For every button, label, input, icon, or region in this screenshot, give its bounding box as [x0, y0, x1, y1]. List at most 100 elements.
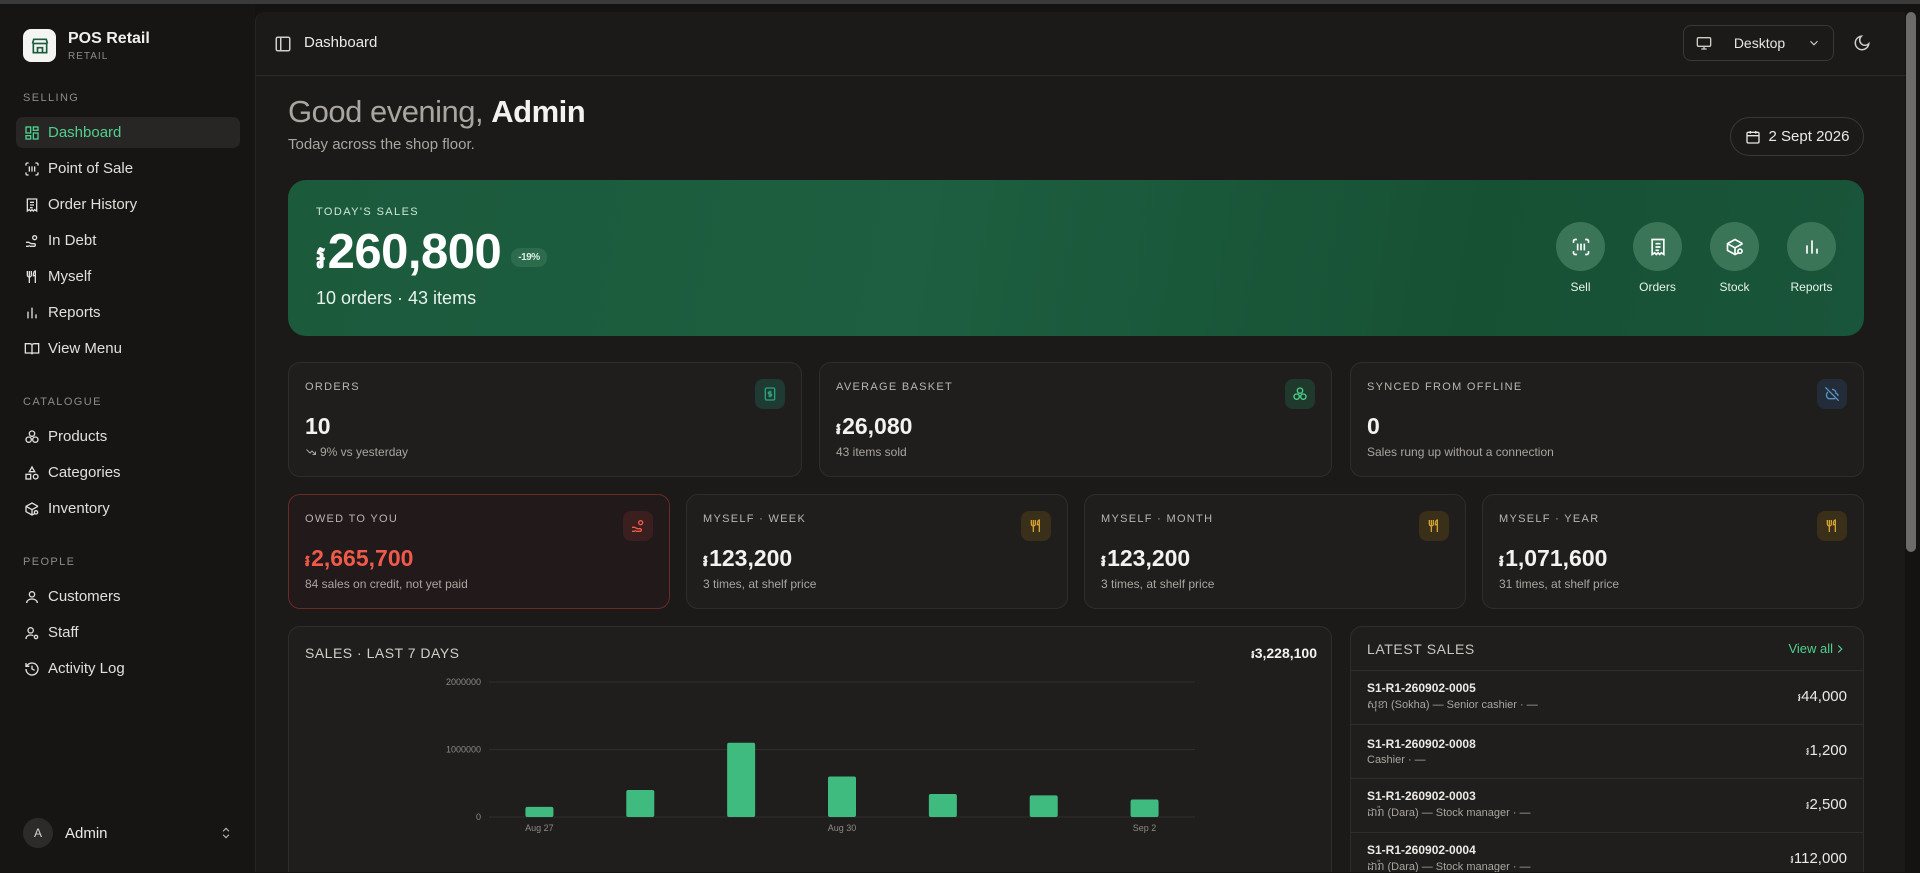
- sale-amount-value: 2,500: [1809, 796, 1847, 813]
- quick-action-reports[interactable]: Reports: [1787, 222, 1836, 294]
- sidebar-item-customers[interactable]: Customers: [16, 581, 240, 612]
- user-name: Admin: [65, 824, 108, 842]
- sale-amount: ៛ 2,500: [1806, 796, 1847, 815]
- stat-value-text: 10: [305, 413, 331, 439]
- quick-action-stock[interactable]: Stock: [1710, 222, 1759, 294]
- stat-sub: Sales rung up without a connection: [1367, 445, 1554, 459]
- chart-bar: [525, 806, 554, 817]
- date-picker-button[interactable]: 2 Sept 2026: [1730, 117, 1864, 156]
- store-logo-icon: [23, 29, 56, 62]
- y-tick-label: 1000000: [446, 745, 481, 755]
- quick-action-label: Sell: [1570, 280, 1591, 294]
- hero-label: TODAY'S SALES: [316, 206, 420, 218]
- sale-meta: ដារ៉ា (Dara) — Stock manager · —: [1367, 861, 1531, 872]
- sales-chart-card: SALES · LAST 7 DAYS ៛3,228,100 0 1000000 2…: [288, 626, 1332, 872]
- stat-card-myself-month[interactable]: MYSELF · MONTH ៛ 123,200 3 times, at shel…: [1084, 494, 1466, 609]
- sidebar-item-staff[interactable]: Staff: [16, 617, 240, 648]
- stat-card-orders[interactable]: ORDERS 10 9% vs yesterday: [288, 362, 802, 477]
- scan-icon: [25, 161, 39, 176]
- sidebar-item-label: Categories: [48, 464, 121, 481]
- sidebar-item-in-debt[interactable]: In Debt: [16, 225, 240, 256]
- sidebar-toggle-icon[interactable]: [274, 35, 292, 53]
- stat-sub: 84 sales on credit, not yet paid: [305, 577, 468, 591]
- hand-coins-icon: [26, 234, 38, 247]
- chevrons-up-down-icon: [222, 827, 230, 839]
- window-top-strip: [0, 0, 1920, 4]
- device-select-value: Desktop: [1733, 35, 1786, 51]
- view-all-link[interactable]: View all: [1788, 641, 1847, 656]
- boxes-icon: [1285, 379, 1315, 409]
- sidebar-item-view-menu[interactable]: View Menu: [16, 333, 240, 364]
- sidebar: POS Retail RETAIL SELLING Dashboard Poin…: [0, 4, 255, 872]
- date-label: 2 Sept 2026: [1768, 128, 1850, 145]
- app-name: POS Retail: [68, 29, 150, 47]
- stat-value-text: 123,200: [1107, 545, 1191, 571]
- sale-id: S1-R1-260902-0003: [1367, 789, 1476, 803]
- page-scrollbar[interactable]: [1906, 12, 1916, 552]
- sale-meta: ដារ៉ា (Dara) — Stock manager · —: [1367, 807, 1531, 819]
- chart-bar: [828, 776, 856, 817]
- quick-action-orders[interactable]: Orders: [1633, 222, 1682, 294]
- stat-value-text: 1,071,600: [1505, 545, 1608, 571]
- grid-icon: [25, 125, 39, 140]
- sale-amount: ៛ 1,200: [1806, 742, 1847, 761]
- moon-icon[interactable]: [1853, 34, 1871, 52]
- sidebar-item-categories[interactable]: Categories: [16, 457, 240, 488]
- stat-value-text: 0: [1367, 413, 1380, 439]
- hero-amount-value: 260,800: [327, 225, 502, 279]
- stat-value-text: 2,665,700: [311, 545, 414, 571]
- sidebar-item-activity-log[interactable]: Activity Log: [16, 653, 240, 684]
- quick-action-sell[interactable]: Sell: [1556, 222, 1605, 294]
- section-label-selling: SELLING: [23, 92, 80, 104]
- stat-label: SYNCED FROM OFFLINE: [1367, 381, 1523, 393]
- sidebar-item-point-of-sale[interactable]: Point of Sale: [16, 153, 240, 184]
- sidebar-item-reports[interactable]: Reports: [16, 297, 240, 328]
- stat-sub: 31 times, at shelf price: [1499, 577, 1620, 591]
- sidebar-item-dashboard[interactable]: Dashboard: [16, 117, 240, 148]
- stat-value: ៛ 123,200: [1101, 545, 1190, 574]
- sidebar-item-myself[interactable]: Myself: [16, 261, 240, 292]
- stat-card-myself-week[interactable]: MYSELF · WEEK ៛ 123,200 3 times, at shelf…: [686, 494, 1068, 609]
- sale-row[interactable]: S1-R1-260902-0008 Cashier · — ៛ 1,200: [1351, 725, 1863, 779]
- stat-card-average-basket[interactable]: AVERAGE BASKET ៛ 26,080 43 items sold: [819, 362, 1332, 477]
- topbar: Dashboard Desktop: [256, 12, 1906, 76]
- breadcrumb: Dashboard: [304, 34, 378, 51]
- brand[interactable]: POS Retail RETAIL: [23, 29, 150, 62]
- greeting: Good evening, Admin: [288, 94, 586, 130]
- currency-symbol: ៛: [1499, 553, 1505, 570]
- trend-down-icon: [306, 449, 316, 455]
- package-search-icon: [25, 501, 39, 516]
- user-icon: [26, 590, 38, 603]
- chart-bar: [928, 794, 957, 817]
- sidebar-item-products[interactable]: Products: [16, 421, 240, 452]
- stat-card-owed-to-you[interactable]: OWED TO YOU ៛ 2,665,700 84 sales on credi…: [288, 494, 670, 609]
- book-open-icon: [24, 342, 40, 354]
- sale-row[interactable]: S1-R1-260902-0004 ដារ៉ា (Dara) — Stock ma…: [1351, 833, 1863, 872]
- user-menu[interactable]: A Admin: [23, 818, 233, 848]
- utensils-icon: [1021, 511, 1051, 541]
- sale-row[interactable]: S1-R1-260902-0003 ដារ៉ា (Dara) — Stock ma…: [1351, 779, 1863, 833]
- stat-value: ៛ 26,080: [836, 413, 912, 442]
- y-tick-label: 2000000: [446, 677, 481, 687]
- sidebar-item-order-history[interactable]: Order History: [16, 189, 240, 220]
- sale-id: S1-R1-260902-0004: [1367, 843, 1476, 857]
- latest-sales-card: LATEST SALES View all S1-R1-260902-0005 ស…: [1350, 626, 1864, 872]
- sale-amount-value: 1,200: [1809, 742, 1847, 759]
- hand-coins-icon: [623, 511, 653, 541]
- utensils-icon: [1817, 511, 1847, 541]
- stat-sub-text: 9% vs yesterday: [320, 445, 409, 459]
- sale-id: S1-R1-260902-0005: [1367, 681, 1476, 695]
- stat-card-myself-year[interactable]: MYSELF · YEAR ៛ 1,071,600 31 times, at sh…: [1482, 494, 1864, 609]
- sidebar-item-inventory[interactable]: Inventory: [16, 493, 240, 524]
- scan-barcode-icon: [1572, 238, 1589, 255]
- chart-bar: [727, 742, 756, 817]
- stat-card-synced-offline[interactable]: SYNCED FROM OFFLINE 0 Sales rung up with…: [1350, 362, 1864, 477]
- stat-label: MYSELF · MONTH: [1101, 513, 1214, 525]
- quick-actions: Sell Orders Stock Reports: [1556, 222, 1836, 294]
- sale-meta: សុខា (Sokha) — Senior cashier · —: [1367, 699, 1538, 711]
- sale-row[interactable]: S1-R1-260902-0005 សុខា (Sokha) — Senior c…: [1351, 671, 1863, 725]
- device-select[interactable]: Desktop: [1683, 25, 1834, 61]
- receipt-icon: [1650, 238, 1665, 256]
- receipt-icon: [755, 379, 785, 409]
- sidebar-item-label: Reports: [48, 304, 101, 321]
